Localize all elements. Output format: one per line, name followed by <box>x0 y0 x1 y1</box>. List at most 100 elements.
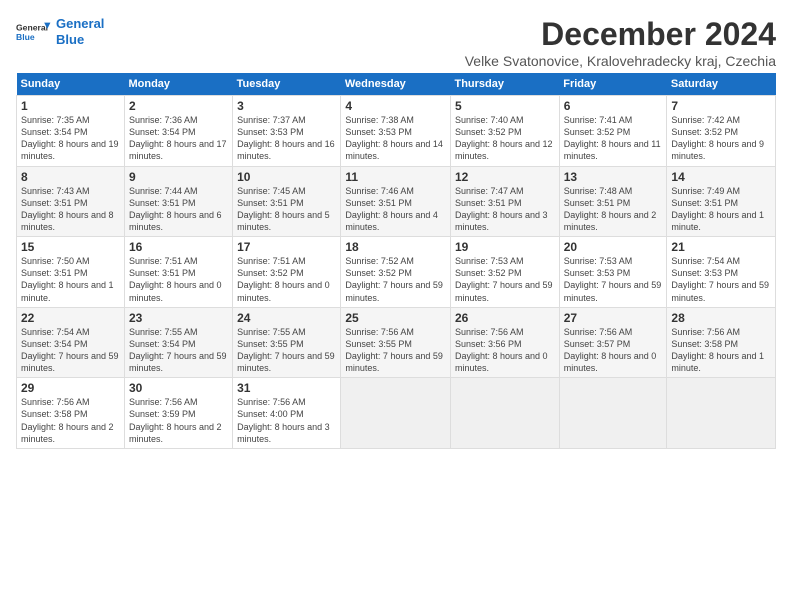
calendar-cell: 11 Sunrise: 7:46 AMSunset: 3:51 PMDaylig… <box>341 166 451 237</box>
calendar-cell: 15 Sunrise: 7:50 AMSunset: 3:51 PMDaylig… <box>17 237 125 308</box>
day-info: Sunrise: 7:56 AMSunset: 3:58 PMDaylight:… <box>671 326 771 375</box>
day-info: Sunrise: 7:56 AMSunset: 3:58 PMDaylight:… <box>21 396 120 445</box>
day-number: 31 <box>237 381 336 395</box>
calendar-cell: 16 Sunrise: 7:51 AMSunset: 3:51 PMDaylig… <box>124 237 232 308</box>
day-number: 18 <box>345 240 446 254</box>
day-number: 12 <box>455 170 555 184</box>
day-number: 3 <box>237 99 336 113</box>
day-info: Sunrise: 7:35 AMSunset: 3:54 PMDaylight:… <box>21 114 120 163</box>
title-area: December 2024 Velke Svatonovice, Kralove… <box>465 16 776 69</box>
calendar-cell <box>559 378 667 449</box>
day-header: Wednesday <box>341 73 451 96</box>
calendar-row: 8 Sunrise: 7:43 AMSunset: 3:51 PMDayligh… <box>17 166 776 237</box>
svg-text:General: General <box>16 22 48 32</box>
day-number: 24 <box>237 311 336 325</box>
calendar-row: 15 Sunrise: 7:50 AMSunset: 3:51 PMDaylig… <box>17 237 776 308</box>
day-info: Sunrise: 7:44 AMSunset: 3:51 PMDaylight:… <box>129 185 228 234</box>
day-info: Sunrise: 7:51 AMSunset: 3:52 PMDaylight:… <box>237 255 336 304</box>
day-info: Sunrise: 7:53 AMSunset: 3:52 PMDaylight:… <box>455 255 555 304</box>
calendar-row: 29 Sunrise: 7:56 AMSunset: 3:58 PMDaylig… <box>17 378 776 449</box>
calendar-cell: 31 Sunrise: 7:56 AMSunset: 4:00 PMDaylig… <box>233 378 341 449</box>
day-info: Sunrise: 7:45 AMSunset: 3:51 PMDaylight:… <box>237 185 336 234</box>
day-number: 19 <box>455 240 555 254</box>
calendar-cell: 18 Sunrise: 7:52 AMSunset: 3:52 PMDaylig… <box>341 237 451 308</box>
day-number: 23 <box>129 311 228 325</box>
day-number: 7 <box>671 99 771 113</box>
day-number: 25 <box>345 311 446 325</box>
day-info: Sunrise: 7:46 AMSunset: 3:51 PMDaylight:… <box>345 185 446 234</box>
calendar-cell: 25 Sunrise: 7:56 AMSunset: 3:55 PMDaylig… <box>341 307 451 378</box>
day-number: 16 <box>129 240 228 254</box>
day-number: 21 <box>671 240 771 254</box>
day-info: Sunrise: 7:47 AMSunset: 3:51 PMDaylight:… <box>455 185 555 234</box>
calendar-cell: 1 Sunrise: 7:35 AMSunset: 3:54 PMDayligh… <box>17 96 125 167</box>
day-info: Sunrise: 7:48 AMSunset: 3:51 PMDaylight:… <box>564 185 663 234</box>
calendar-table: SundayMondayTuesdayWednesdayThursdayFrid… <box>16 73 776 449</box>
day-number: 11 <box>345 170 446 184</box>
calendar-cell: 17 Sunrise: 7:51 AMSunset: 3:52 PMDaylig… <box>233 237 341 308</box>
day-info: Sunrise: 7:40 AMSunset: 3:52 PMDaylight:… <box>455 114 555 163</box>
calendar-cell: 14 Sunrise: 7:49 AMSunset: 3:51 PMDaylig… <box>667 166 776 237</box>
calendar-cell: 30 Sunrise: 7:56 AMSunset: 3:59 PMDaylig… <box>124 378 232 449</box>
calendar-cell <box>450 378 559 449</box>
day-info: Sunrise: 7:56 AMSunset: 3:57 PMDaylight:… <box>564 326 663 375</box>
calendar-cell: 29 Sunrise: 7:56 AMSunset: 3:58 PMDaylig… <box>17 378 125 449</box>
svg-text:Blue: Blue <box>16 31 35 41</box>
day-number: 9 <box>129 170 228 184</box>
day-info: Sunrise: 7:52 AMSunset: 3:52 PMDaylight:… <box>345 255 446 304</box>
day-header: Tuesday <box>233 73 341 96</box>
calendar-cell <box>341 378 451 449</box>
calendar-cell: 28 Sunrise: 7:56 AMSunset: 3:58 PMDaylig… <box>667 307 776 378</box>
calendar-cell: 6 Sunrise: 7:41 AMSunset: 3:52 PMDayligh… <box>559 96 667 167</box>
day-info: Sunrise: 7:50 AMSunset: 3:51 PMDaylight:… <box>21 255 120 304</box>
day-info: Sunrise: 7:49 AMSunset: 3:51 PMDaylight:… <box>671 185 771 234</box>
day-number: 20 <box>564 240 663 254</box>
day-number: 28 <box>671 311 771 325</box>
calendar-cell: 12 Sunrise: 7:47 AMSunset: 3:51 PMDaylig… <box>450 166 559 237</box>
calendar-cell: 5 Sunrise: 7:40 AMSunset: 3:52 PMDayligh… <box>450 96 559 167</box>
day-info: Sunrise: 7:37 AMSunset: 3:53 PMDaylight:… <box>237 114 336 163</box>
day-info: Sunrise: 7:43 AMSunset: 3:51 PMDaylight:… <box>21 185 120 234</box>
calendar-cell <box>667 378 776 449</box>
day-number: 14 <box>671 170 771 184</box>
day-info: Sunrise: 7:55 AMSunset: 3:55 PMDaylight:… <box>237 326 336 375</box>
day-header: Monday <box>124 73 232 96</box>
day-info: Sunrise: 7:51 AMSunset: 3:51 PMDaylight:… <box>129 255 228 304</box>
day-number: 8 <box>21 170 120 184</box>
day-info: Sunrise: 7:56 AMSunset: 3:56 PMDaylight:… <box>455 326 555 375</box>
calendar-cell: 19 Sunrise: 7:53 AMSunset: 3:52 PMDaylig… <box>450 237 559 308</box>
calendar-cell: 24 Sunrise: 7:55 AMSunset: 3:55 PMDaylig… <box>233 307 341 378</box>
day-info: Sunrise: 7:54 AMSunset: 3:54 PMDaylight:… <box>21 326 120 375</box>
day-info: Sunrise: 7:41 AMSunset: 3:52 PMDaylight:… <box>564 114 663 163</box>
day-number: 30 <box>129 381 228 395</box>
calendar-row: 22 Sunrise: 7:54 AMSunset: 3:54 PMDaylig… <box>17 307 776 378</box>
calendar-cell: 21 Sunrise: 7:54 AMSunset: 3:53 PMDaylig… <box>667 237 776 308</box>
day-number: 29 <box>21 381 120 395</box>
header: General Blue GeneralBlue December 2024 V… <box>16 16 776 69</box>
calendar-cell: 20 Sunrise: 7:53 AMSunset: 3:53 PMDaylig… <box>559 237 667 308</box>
calendar-cell: 3 Sunrise: 7:37 AMSunset: 3:53 PMDayligh… <box>233 96 341 167</box>
day-number: 15 <box>21 240 120 254</box>
calendar-cell: 27 Sunrise: 7:56 AMSunset: 3:57 PMDaylig… <box>559 307 667 378</box>
calendar-cell: 2 Sunrise: 7:36 AMSunset: 3:54 PMDayligh… <box>124 96 232 167</box>
subtitle: Velke Svatonovice, Kralovehradecky kraj,… <box>465 53 776 69</box>
day-header: Sunday <box>17 73 125 96</box>
logo-icon: General Blue <box>16 18 52 46</box>
day-header: Friday <box>559 73 667 96</box>
calendar-cell: 13 Sunrise: 7:48 AMSunset: 3:51 PMDaylig… <box>559 166 667 237</box>
day-number: 26 <box>455 311 555 325</box>
day-info: Sunrise: 7:36 AMSunset: 3:54 PMDaylight:… <box>129 114 228 163</box>
calendar-cell: 8 Sunrise: 7:43 AMSunset: 3:51 PMDayligh… <box>17 166 125 237</box>
calendar-cell: 23 Sunrise: 7:55 AMSunset: 3:54 PMDaylig… <box>124 307 232 378</box>
day-number: 6 <box>564 99 663 113</box>
day-number: 4 <box>345 99 446 113</box>
day-info: Sunrise: 7:56 AMSunset: 3:59 PMDaylight:… <box>129 396 228 445</box>
day-number: 22 <box>21 311 120 325</box>
day-header: Thursday <box>450 73 559 96</box>
calendar-cell: 26 Sunrise: 7:56 AMSunset: 3:56 PMDaylig… <box>450 307 559 378</box>
day-info: Sunrise: 7:54 AMSunset: 3:53 PMDaylight:… <box>671 255 771 304</box>
day-number: 13 <box>564 170 663 184</box>
day-info: Sunrise: 7:42 AMSunset: 3:52 PMDaylight:… <box>671 114 771 163</box>
main-title: December 2024 <box>465 16 776 53</box>
day-info: Sunrise: 7:55 AMSunset: 3:54 PMDaylight:… <box>129 326 228 375</box>
